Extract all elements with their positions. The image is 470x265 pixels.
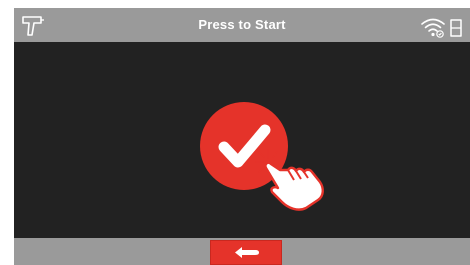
main-area bbox=[14, 42, 470, 238]
hand-tap-icon bbox=[255, 149, 324, 211]
back-button[interactable] bbox=[210, 240, 282, 265]
return-arrow-icon bbox=[235, 247, 259, 258]
page-title: Press to Start bbox=[198, 17, 286, 32]
screen: Press to Start bbox=[0, 0, 470, 265]
wifi-icon bbox=[421, 18, 445, 38]
footer-bar bbox=[14, 238, 470, 265]
header-bar: Press to Start bbox=[14, 8, 470, 42]
sd-card-icon bbox=[450, 19, 462, 37]
scanner-icon bbox=[22, 16, 44, 36]
